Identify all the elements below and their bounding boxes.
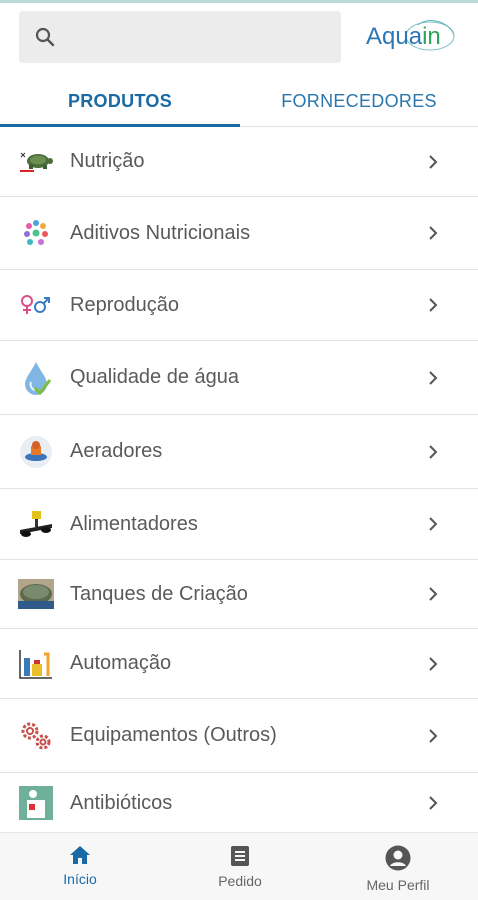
medicine-icon — [18, 785, 54, 821]
aquain-logo: Aquain — [360, 13, 460, 63]
gender-symbols-icon — [18, 287, 54, 323]
chevron-right-icon — [429, 728, 438, 743]
nav-inicio[interactable]: Início — [0, 833, 160, 900]
category-label: Automação — [70, 652, 172, 674]
search-bar[interactable] — [19, 11, 341, 63]
chevron-right-icon — [429, 154, 438, 169]
chevron-right-icon — [429, 587, 438, 601]
molecules-icon — [18, 215, 54, 251]
category-item-aditivos[interactable]: Aditivos Nutricionais — [0, 197, 478, 270]
order-icon — [231, 846, 249, 866]
category-label: Tanques de Criação — [70, 582, 248, 605]
gears-icon — [18, 718, 54, 754]
tab-fornecedores[interactable]: FORNECEDORES — [240, 75, 478, 127]
nav-meu-perfil[interactable]: Meu Perfil — [318, 833, 478, 900]
category-item-equipamentos[interactable]: Equipamentos (Outros) — [0, 699, 478, 773]
search-icon — [35, 27, 55, 47]
feeder-icon — [18, 506, 54, 542]
automation-icon — [18, 646, 54, 682]
tab-produtos[interactable]: PRODUTOS — [0, 75, 240, 127]
category-label: Aeradores — [70, 440, 163, 462]
category-item-nutricao[interactable]: Nutrição — [0, 127, 478, 197]
profile-icon — [385, 845, 411, 871]
category-label: Antibióticos — [70, 791, 173, 814]
category-item-automacao[interactable]: Automação — [0, 629, 478, 699]
category-item-tanques[interactable]: Tanques de Criação — [0, 560, 478, 629]
chevron-right-icon — [429, 796, 438, 810]
category-label: Equipamentos (Outros) — [70, 724, 277, 746]
search-input[interactable] — [67, 27, 327, 47]
home-icon — [70, 846, 90, 864]
category-label: Alimentadores — [70, 512, 198, 535]
category-label: Qualidade de água — [70, 366, 240, 388]
category-item-alimentadores[interactable]: Alimentadores — [0, 489, 478, 560]
category-label: Aditivos Nutricionais — [70, 221, 251, 244]
water-drop-icon — [18, 360, 54, 396]
nav-pedido[interactable]: Pedido — [160, 833, 320, 900]
category-label: Reprodução — [70, 293, 179, 316]
chevron-right-icon — [429, 656, 438, 671]
nav-label: Pedido — [218, 873, 262, 889]
tank-icon — [18, 576, 54, 612]
chevron-right-icon — [429, 298, 438, 312]
chevron-right-icon — [429, 370, 438, 385]
chevron-right-icon — [429, 226, 438, 240]
bottom-navigation: Início Pedido Meu Perfil — [0, 832, 478, 900]
turtle-icon — [18, 144, 54, 180]
nav-label: Início — [63, 871, 97, 887]
chevron-right-icon — [429, 444, 438, 459]
category-item-reproducao[interactable]: Reprodução — [0, 270, 478, 341]
nav-label: Meu Perfil — [366, 877, 430, 893]
category-tabs: PRODUTOS FORNECEDORES — [0, 75, 478, 127]
category-item-antibioticos[interactable]: Antibióticos — [0, 773, 478, 833]
category-item-qualidade-agua[interactable]: Qualidade de água — [0, 341, 478, 415]
chevron-right-icon — [429, 517, 438, 531]
category-item-aeradores[interactable]: Aeradores — [0, 415, 478, 489]
aerator-icon — [18, 434, 54, 470]
header: Aquain — [0, 3, 478, 75]
category-label: Nutrição — [70, 150, 145, 172]
